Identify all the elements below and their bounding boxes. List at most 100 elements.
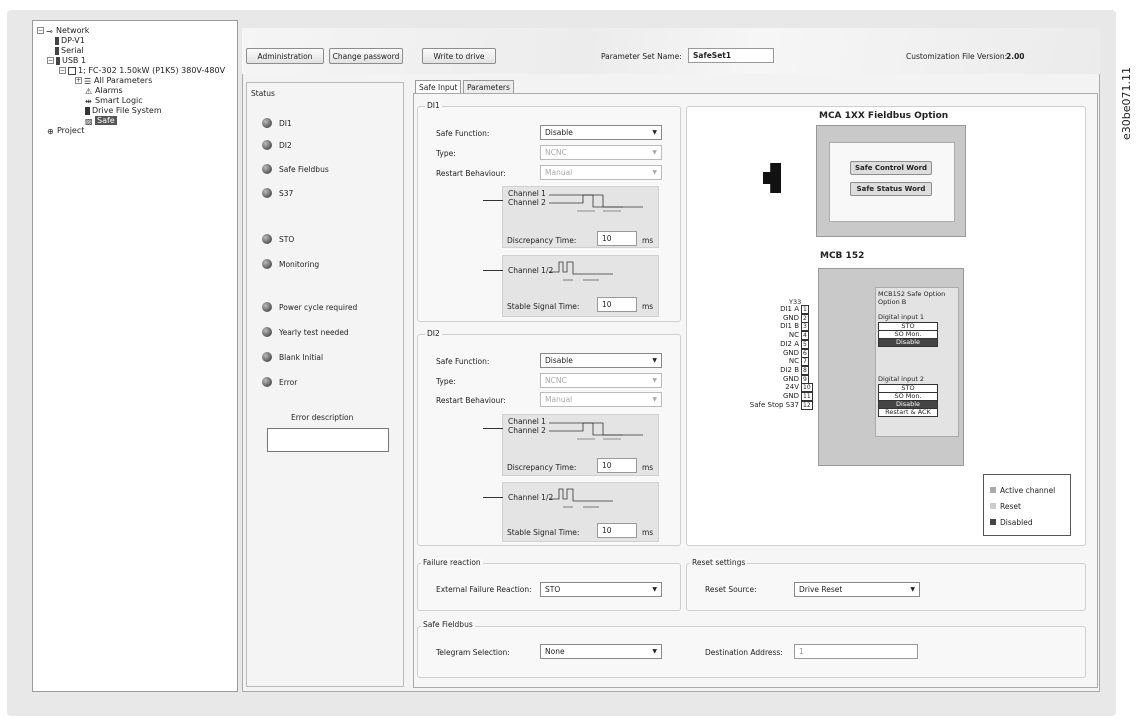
mcb-title: MCB 152	[820, 251, 865, 261]
di2-stable-input[interactable]: 10	[597, 523, 637, 538]
di1-discrepancy-unit: ms	[642, 236, 654, 245]
status-led-icon	[262, 118, 272, 128]
tree-dpv1[interactable]: DP-V1	[55, 36, 85, 45]
destination-address-label: Destination Address:	[705, 648, 783, 657]
status-item-label: Safe Fieldbus	[279, 165, 329, 174]
external-failure-select[interactable]: STO ▼	[540, 582, 662, 597]
terminal-number: 12	[801, 400, 813, 410]
status-item-label: DI1	[279, 119, 292, 128]
reset-settings-title: Reset settings	[690, 558, 748, 567]
project-tree: − ⊸ Network DP-V1 Serial − USB 1 −1; FC-302…	[32, 20, 238, 692]
status-item-label: S37	[279, 189, 294, 198]
write-to-drive-button[interactable]: Write to drive	[422, 48, 496, 64]
tree-all-params[interactable]: + ☰ All Parameters	[75, 76, 152, 86]
chevron-down-icon: ▼	[652, 129, 657, 136]
di1-restart-label: Restart Behaviour:	[436, 169, 506, 178]
status-item-label: Blank Initial	[279, 353, 324, 362]
terminal-label: DI2 B	[780, 365, 799, 374]
di2-title: DI2	[425, 329, 442, 338]
terminal-label: NC	[788, 331, 799, 340]
terminal-number: 8	[801, 365, 809, 375]
terminal-number: 3	[801, 322, 809, 332]
tree-project[interactable]: ⊕ Project	[47, 126, 84, 136]
tree-dfs[interactable]: Drive File System	[85, 106, 162, 115]
status-panel: Status DI1 DI2 Safe Fieldbus S37 STO Monitori…	[246, 82, 404, 687]
reset-source-select[interactable]: Drive Reset ▼	[794, 582, 920, 597]
terminal-number: 9	[801, 374, 809, 384]
logic-icon: ⇹	[85, 96, 92, 106]
tree-serial[interactable]: Serial	[55, 46, 84, 55]
figure-id: e30be071.11	[1120, 66, 1133, 140]
di2-channel1-label: Channel 1	[508, 417, 546, 426]
di2-channel12-line	[483, 497, 503, 498]
status-item-label: STO	[279, 235, 295, 244]
di2-discrepancy-input[interactable]: 10	[597, 458, 637, 473]
chevron-down-icon: ▼	[652, 149, 657, 156]
di2-safe-function-select[interactable]: Disable ▼	[540, 353, 662, 368]
legend-swatch-active	[990, 487, 996, 493]
di1-restart-select[interactable]: Manual ▼	[540, 165, 662, 180]
safe-control-word-button[interactable]: Safe Control Word	[850, 161, 932, 175]
status-item-label: Error	[279, 378, 298, 387]
status-led-icon	[262, 352, 272, 362]
file-icon	[85, 106, 90, 115]
di1-channel12-label: Channel 1/2	[508, 266, 554, 275]
di1-safe-function-select[interactable]: Disable ▼	[540, 125, 662, 140]
tree-safe[interactable]: ▨ Safe	[85, 116, 117, 126]
project-icon: ⊕	[47, 126, 54, 136]
tab-parameters[interactable]: Parameters	[463, 80, 514, 93]
legend-disabled: Disabled	[990, 518, 1033, 527]
alarm-icon: ⚠	[85, 86, 93, 96]
di2-discrepancy-unit: ms	[642, 463, 654, 472]
digital-input-2-label: Digital input 2	[878, 375, 925, 383]
safe-fieldbus-title: Safe Fieldbus	[421, 620, 475, 629]
di2-type-select[interactable]: NCNC ▼	[540, 373, 662, 388]
param-set-input[interactable]: SafeSet1	[688, 48, 774, 63]
list-icon: ☰	[84, 76, 92, 86]
status-led-icon	[262, 140, 272, 150]
di2-stable-unit: ms	[642, 528, 654, 537]
status-led-icon	[262, 302, 272, 312]
safe-option-item: Restart & ACK	[878, 408, 938, 417]
administration-button[interactable]: Administration	[246, 48, 324, 64]
customization-value: 2.00	[1006, 52, 1025, 61]
telegram-selection-select[interactable]: None ▼	[540, 644, 662, 659]
tree-usb[interactable]: − USB 1	[47, 56, 86, 65]
change-password-button[interactable]: Change password	[329, 48, 403, 64]
terminal-number: 11	[801, 392, 813, 401]
di2-restart-select[interactable]: Manual ▼	[540, 392, 662, 407]
mcb-option-title: MCB152 Safe Option	[878, 290, 946, 298]
digital-input-1-label: Digital input 1	[878, 313, 925, 321]
di1-discrepancy-input[interactable]: 10	[597, 231, 637, 246]
terminal-number: 1	[801, 305, 809, 314]
destination-address-input[interactable]: 1	[794, 644, 918, 659]
status-item-label: Yearly test needed	[279, 328, 349, 337]
safe-option-item: Disable	[878, 338, 938, 347]
tree-drive[interactable]: −1; FC-302 1.50kW (P1K5) 380V-480V	[59, 66, 225, 75]
status-led-icon	[262, 188, 272, 198]
terminal-number: 10	[801, 383, 813, 393]
mcb-option-sub: Option B	[878, 298, 907, 306]
legend: Active channel Reset Disabled	[983, 474, 1071, 536]
status-led-icon	[262, 234, 272, 244]
terminal-label: DI1 B	[780, 322, 799, 331]
di2-stable-label: Stable Signal Time:	[507, 528, 580, 537]
reset-source-label: Reset Source:	[705, 585, 757, 594]
terminal-number: 5	[801, 339, 809, 349]
error-description-box[interactable]	[267, 428, 389, 452]
terminal-number: 4	[801, 331, 809, 341]
tree-smart-logic[interactable]: ⇹ Smart Logic	[85, 96, 143, 106]
legend-swatch-reset	[990, 503, 996, 509]
terminal-label: GND	[782, 374, 799, 383]
network-icon: ⊸	[46, 26, 53, 36]
di2-restart-label: Restart Behaviour:	[436, 396, 506, 405]
status-title: Status	[251, 89, 275, 98]
tab-safe-input[interactable]: Safe Input	[415, 80, 462, 93]
di1-type-select[interactable]: NCNC ▼	[540, 145, 662, 160]
terminal-number: 7	[801, 357, 809, 367]
tree-network[interactable]: − ⊸ Network	[37, 26, 89, 36]
tree-alarms[interactable]: ⚠ Alarms	[85, 86, 123, 96]
safe-status-word-button[interactable]: Safe Status Word	[850, 182, 932, 196]
di1-stable-input[interactable]: 10	[597, 297, 637, 312]
external-failure-label: External Failure Reaction:	[436, 585, 532, 594]
